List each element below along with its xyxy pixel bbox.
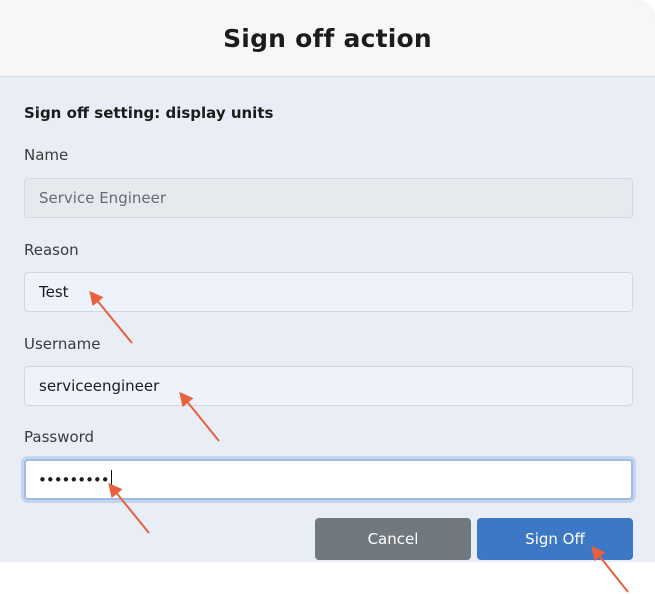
password-value: ••••••••• [38,470,110,489]
sign-off-button[interactable]: Sign Off [477,518,633,560]
dialog-header: Sign off action [0,0,655,77]
setting-heading: Sign off setting: display units [24,104,274,122]
password-label: Password [24,428,95,446]
name-field: Service Engineer [24,178,633,218]
name-value: Service Engineer [39,189,167,207]
username-field[interactable]: serviceengineer [24,366,633,406]
reason-field[interactable]: Test [24,272,633,312]
reason-value: Test [39,283,69,301]
password-field[interactable]: ••••••••• [24,459,633,500]
text-cursor [110,469,112,490]
name-label: Name [24,146,69,164]
username-label: Username [24,335,101,353]
reason-label: Reason [24,241,79,259]
cancel-button[interactable]: Cancel [315,518,471,560]
dialog-title: Sign off action [223,23,432,53]
username-value: serviceengineer [39,377,160,395]
sign-off-dialog: Sign off action Sign off setting: displa… [0,0,655,562]
